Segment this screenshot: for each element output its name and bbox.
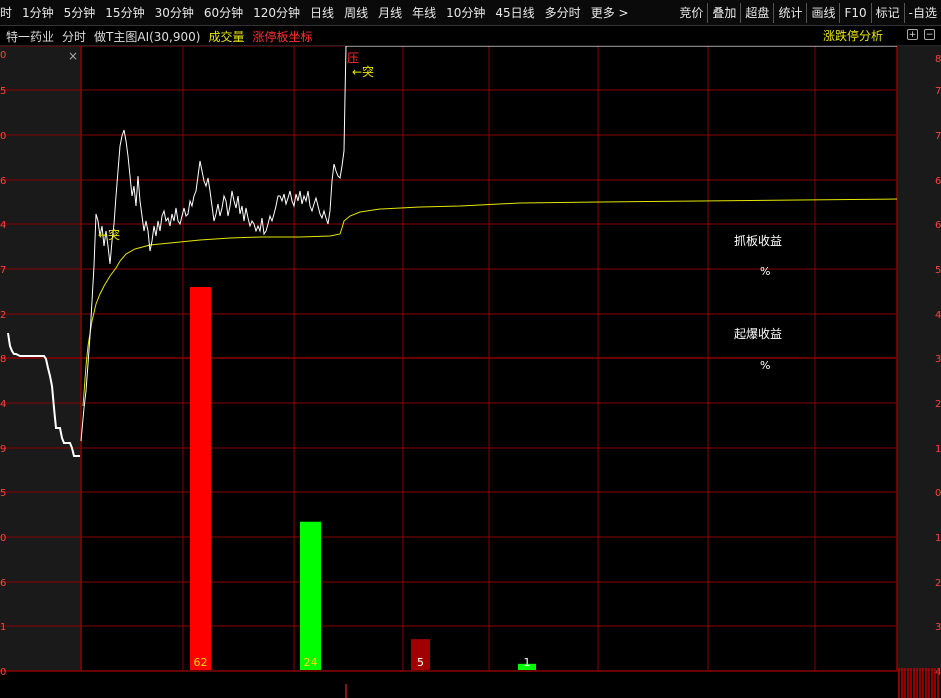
- break-annotation-2: ←突: [352, 64, 374, 79]
- period-tab-6[interactable]: 120分钟: [248, 0, 305, 26]
- toolbar-button-1[interactable]: 叠加: [707, 3, 740, 23]
- period-tab-11[interactable]: 10分钟: [441, 0, 490, 26]
- period-tab-10[interactable]: 年线: [407, 0, 441, 26]
- volume-bar-label: 24: [304, 656, 318, 669]
- left-tick-label: 5: [0, 488, 6, 499]
- right-tick-label: 1: [935, 533, 941, 544]
- right-tick-label: 4: [935, 310, 941, 321]
- left-tick-label: 2: [0, 310, 6, 321]
- period-tab-2[interactable]: 5分钟: [59, 0, 101, 26]
- period-tab-1[interactable]: 1分钟: [17, 0, 59, 26]
- collapse-icon[interactable]: −: [924, 29, 935, 40]
- period-tab-3[interactable]: 15分钟: [100, 0, 149, 26]
- toolbar-button-5[interactable]: F10: [839, 3, 870, 23]
- left-tick-label: 6: [0, 578, 6, 589]
- volume-bar-label: 62: [194, 656, 208, 669]
- toolbar-button-2[interactable]: 超盘: [740, 3, 773, 23]
- right-tick-label: 6: [935, 220, 941, 231]
- main-indicator-label[interactable]: 做T主图AI(30,900): [94, 28, 200, 45]
- period-tab-9[interactable]: 月线: [373, 0, 407, 26]
- right-tick-label: 8: [935, 54, 941, 65]
- left-tick-label: 5: [0, 86, 6, 97]
- left-tick-label: 8: [0, 354, 6, 365]
- volume-bar: [190, 287, 211, 670]
- left-tick-label: 4: [0, 220, 6, 231]
- toolbar-button-6[interactable]: 标记: [870, 3, 904, 23]
- right-tick-label: 7: [935, 131, 941, 142]
- right-tick-label: 3: [935, 622, 941, 633]
- volume-indicator-label[interactable]: 成交量: [208, 28, 244, 45]
- toolbar-button-4[interactable]: 画线: [806, 3, 839, 23]
- toolbar-button-3[interactable]: 统计: [773, 3, 806, 23]
- limit-analysis-button[interactable]: 涨跌停分析: [823, 26, 883, 46]
- period-tab-5[interactable]: 60分钟: [199, 0, 248, 26]
- grab-value: %: [760, 265, 770, 278]
- right-tick-label: 0: [935, 488, 941, 499]
- left-tick-label: 0: [0, 50, 6, 61]
- left-tick-label: 0: [0, 533, 6, 544]
- left-tick-label: 1: [0, 622, 6, 633]
- right-tick-label: 5: [935, 265, 941, 276]
- toolbar-buttons: 竞价 叠加 超盘 统计 画线 F10 标记 -自选: [675, 0, 941, 26]
- close-icon[interactable]: ×: [68, 49, 78, 63]
- right-tick-label: 1: [935, 444, 941, 455]
- volume-bar-label: 5: [417, 656, 424, 669]
- period-tab-12[interactable]: 45日线: [490, 0, 539, 26]
- period-tab-7[interactable]: 日线: [305, 0, 339, 26]
- right-tick-label: 2: [935, 399, 941, 410]
- left-tick-label: 0: [0, 131, 6, 142]
- pressure-annotation: 压: [347, 51, 359, 65]
- right-tick-label: 2: [935, 578, 941, 589]
- toolbar-button-7[interactable]: -自选: [903, 3, 941, 23]
- limit-coordinate-label[interactable]: 涨停板坐标: [252, 28, 312, 45]
- grab-label: 抓板收益: [734, 234, 782, 248]
- mode-label[interactable]: 分时: [62, 28, 86, 45]
- intraday-chart[interactable]: 62 24 5 1 × ←突 压 ←突 抓板收益 % 起爆收益 % 050647284…: [0, 46, 941, 698]
- left-tick-label: 0: [0, 667, 6, 678]
- add-window-icon[interactable]: +: [907, 29, 918, 40]
- period-tab-13[interactable]: 多分时: [540, 0, 586, 26]
- right-tick-label: 7: [935, 86, 941, 97]
- top-toolbar: 时 1分钟 5分钟 15分钟 30分钟 60分钟 120分钟 日线 周线 月线 年线 10分钟 45日线…: [0, 0, 941, 26]
- right-tick-label: 6: [935, 176, 941, 187]
- break-annotation-1: ←突: [98, 227, 120, 242]
- chart-background: [0, 46, 941, 698]
- right-tick-label: 3: [935, 354, 941, 365]
- left-tick-label: 9: [0, 444, 6, 455]
- left-tick-label: 6: [0, 176, 6, 187]
- volume-bar: [300, 521, 321, 670]
- period-tab-14[interactable]: 更多 >: [586, 0, 634, 26]
- left-tick-label: 7: [0, 265, 6, 276]
- burst-label: 起爆收益: [734, 327, 782, 341]
- info-bar: 特一药业 分时 做T主图AI(30,900) 成交量 涨停板坐标 涨跌停分析 +…: [0, 26, 941, 46]
- period-tab-4[interactable]: 30分钟: [150, 0, 199, 26]
- period-tab-0[interactable]: 时: [0, 0, 17, 26]
- toolbar-button-0[interactable]: 竞价: [675, 3, 707, 23]
- left-tick-label: 4: [0, 399, 6, 410]
- stock-name: 特一药业: [6, 29, 55, 44]
- period-tabs: 时 1分钟 5分钟 15分钟 30分钟 60分钟 120分钟 日线 周线 月线 年线 10分钟 45日线…: [0, 0, 634, 26]
- burst-value: %: [760, 359, 770, 372]
- period-tab-8[interactable]: 周线: [339, 0, 373, 26]
- volume-bar-label: 1: [524, 656, 531, 669]
